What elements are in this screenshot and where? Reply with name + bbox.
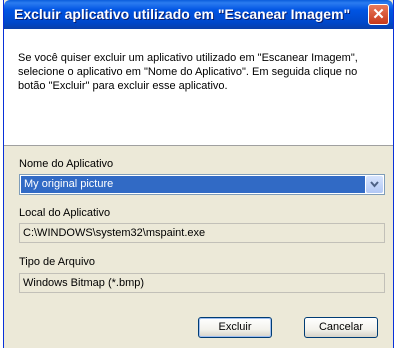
close-icon: ✕ bbox=[372, 6, 385, 23]
app-name-label: Nome do Aplicativo bbox=[19, 158, 114, 170]
app-location-label: Local do Aplicativo bbox=[19, 207, 111, 219]
dropdown-arrow-button[interactable] bbox=[366, 176, 383, 193]
description-panel: Se você quiser excluir um aplicativo uti… bbox=[4, 29, 393, 146]
file-type-label: Tipo de Arquivo bbox=[19, 256, 96, 268]
title-bar[interactable]: Excluir aplicativo utilizado em "Escanea… bbox=[4, 0, 393, 29]
close-button[interactable]: ✕ bbox=[368, 4, 389, 25]
file-type-field: Windows Bitmap (*.bmp) bbox=[19, 273, 385, 293]
chevron-down-icon bbox=[370, 181, 379, 188]
app-location-field: C:\WINDOWS\system32\mspaint.exe bbox=[19, 223, 385, 243]
cancel-button[interactable]: Cancelar bbox=[304, 317, 378, 338]
delete-button[interactable]: Excluir bbox=[198, 317, 272, 338]
description-text: Se você quiser excluir um aplicativo uti… bbox=[18, 52, 358, 92]
app-name-selected-value[interactable]: My original picture bbox=[21, 176, 365, 193]
dialog-window: Excluir aplicativo utilizado em "Escanea… bbox=[3, 0, 394, 348]
dialog-title: Excluir aplicativo utilizado em "Escanea… bbox=[14, 6, 351, 22]
app-name-dropdown[interactable]: My original picture bbox=[19, 174, 385, 195]
